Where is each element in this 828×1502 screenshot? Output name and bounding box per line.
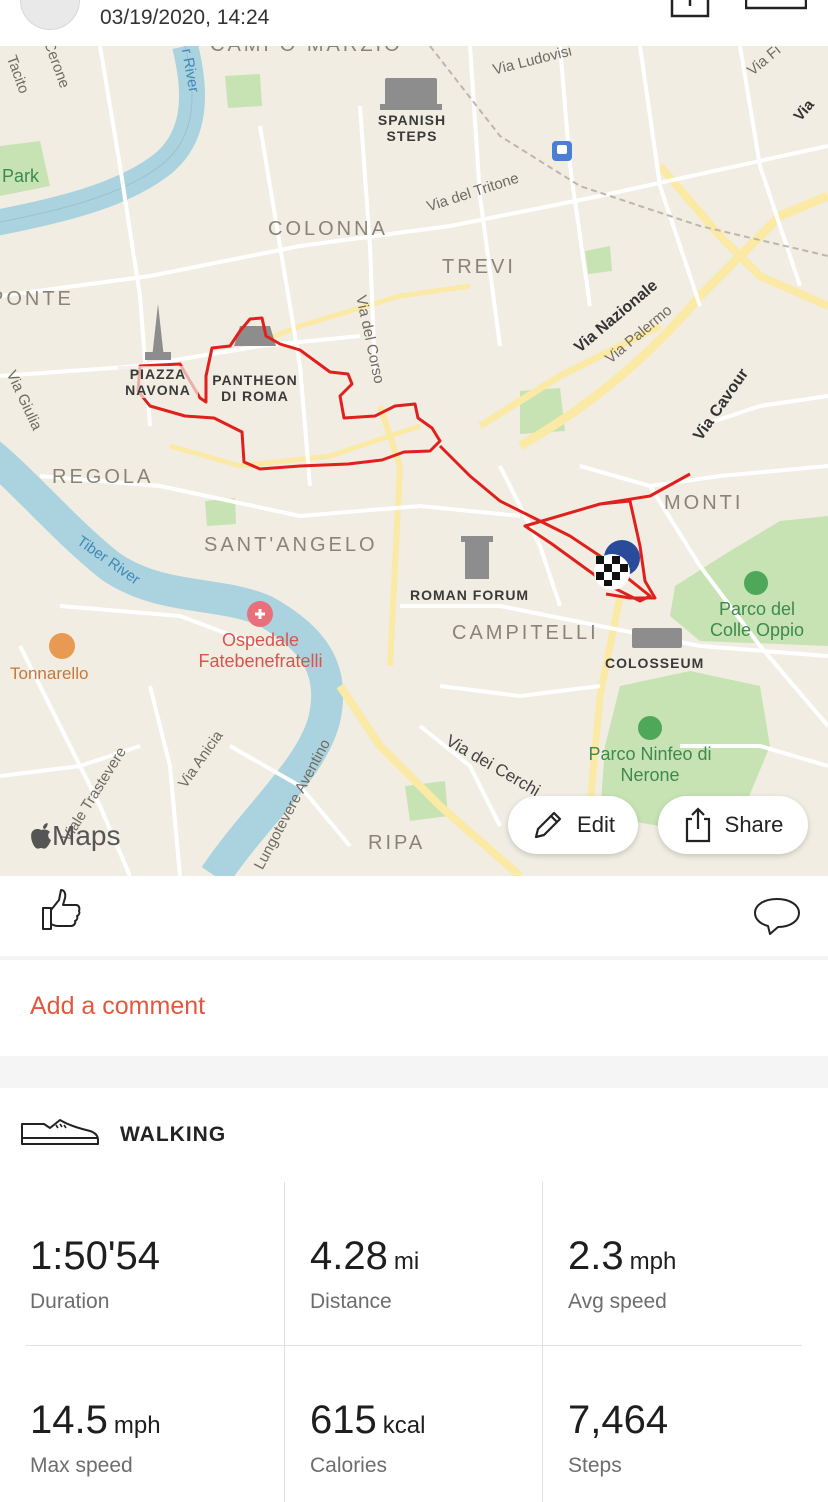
- district-label: REGOLA: [52, 466, 154, 488]
- export-icon[interactable]: [670, 0, 710, 18]
- poi-label: PIAZZA NAVONA: [118, 366, 198, 398]
- social-actions: [0, 876, 828, 956]
- stat-unit: mi: [393, 1248, 420, 1275]
- stat-value: 615: [310, 1398, 377, 1442]
- stat-label: Steps: [568, 1454, 622, 1477]
- district-label: PONTE: [0, 288, 74, 310]
- section-gap: [0, 1056, 828, 1088]
- apple-logo-icon: [31, 823, 51, 849]
- share-button[interactable]: Share: [658, 796, 808, 854]
- comment-icon[interactable]: [752, 896, 802, 936]
- stat-max-speed: 14.5 mph Max speed: [30, 1398, 288, 1478]
- park-label: Parco Ninfeo di Nerone: [588, 744, 712, 785]
- park-label: Park: [2, 166, 40, 186]
- divider: [26, 1345, 802, 1346]
- activity-header: 03/19/2020, 14:24: [0, 0, 828, 46]
- stat-value: 4.28: [310, 1234, 388, 1278]
- district-label: SANT'ANGELO: [204, 534, 378, 556]
- activity-stats-card: WALKING 1:50'54 Duration 4.28 mi Distance…: [0, 1088, 828, 1502]
- activity-date: 03/19/2020, 14:24: [100, 6, 270, 29]
- stat-value: 1:50'54: [30, 1234, 160, 1278]
- thumbs-up-icon[interactable]: [40, 888, 82, 932]
- edit-button[interactable]: Edit: [508, 796, 638, 854]
- stat-label: Calories: [310, 1454, 388, 1477]
- stat-unit: mph: [629, 1248, 677, 1275]
- poi-label: ROMAN FORUM: [410, 587, 530, 603]
- maps-brand-text: Maps: [52, 820, 121, 851]
- restaurant-label: Tonnarello: [10, 664, 89, 683]
- stat-calories: 615 kcal Calories: [310, 1398, 568, 1478]
- pencil-icon: [534, 811, 562, 839]
- avatar[interactable]: [20, 0, 80, 30]
- menu-icon[interactable]: [745, 0, 807, 10]
- stat-label: Avg speed: [568, 1290, 667, 1313]
- stat-value: 7,464: [568, 1398, 669, 1442]
- poi-label: COLOSSEUM: [605, 655, 705, 671]
- stat-label: Duration: [30, 1290, 110, 1313]
- district-label: TREVI: [442, 256, 516, 278]
- stat-label: Distance: [310, 1290, 392, 1313]
- stat-steps: 7,464 Steps: [568, 1398, 826, 1478]
- stat-unit: kcal: [382, 1412, 426, 1439]
- stat-value: 14.5: [30, 1398, 108, 1442]
- add-comment-link[interactable]: Add a comment: [30, 992, 205, 1021]
- shoe-icon: [21, 1119, 99, 1145]
- route-map[interactable]: CAMPO MARZIO COLONNA TREVI PONTE REGOLA …: [0, 46, 828, 876]
- district-label: RIPA: [368, 832, 426, 854]
- district-label: MONTI: [664, 492, 744, 514]
- activity-type: WALKING: [120, 1123, 227, 1146]
- edit-button-label: Edit: [577, 812, 615, 837]
- stat-avg-speed: 2.3 mph Avg speed: [568, 1234, 826, 1314]
- district-label: COLONNA: [268, 218, 388, 240]
- stat-value: 2.3: [568, 1234, 624, 1278]
- poi-label: SPANISH STEPS: [377, 112, 447, 144]
- share-button-label: Share: [724, 812, 784, 837]
- comment-section: Add a comment: [0, 960, 828, 1056]
- stat-unit: mph: [113, 1412, 161, 1439]
- stat-distance: 4.28 mi Distance: [310, 1234, 568, 1314]
- stat-label: Max speed: [30, 1454, 133, 1477]
- maps-brand: Maps: [30, 820, 120, 852]
- share-icon: [685, 807, 710, 843]
- stat-duration: 1:50'54 Duration: [30, 1234, 288, 1314]
- hospital-label: Ospedale Fatebenefratelli: [198, 630, 323, 671]
- park-label: Parco del Colle Oppio: [709, 599, 805, 640]
- district-label: CAMPO MARZIO: [210, 46, 403, 57]
- district-label: CAMPITELLI: [452, 622, 599, 644]
- poi-label: PANTHEON DI ROMA: [212, 372, 298, 404]
